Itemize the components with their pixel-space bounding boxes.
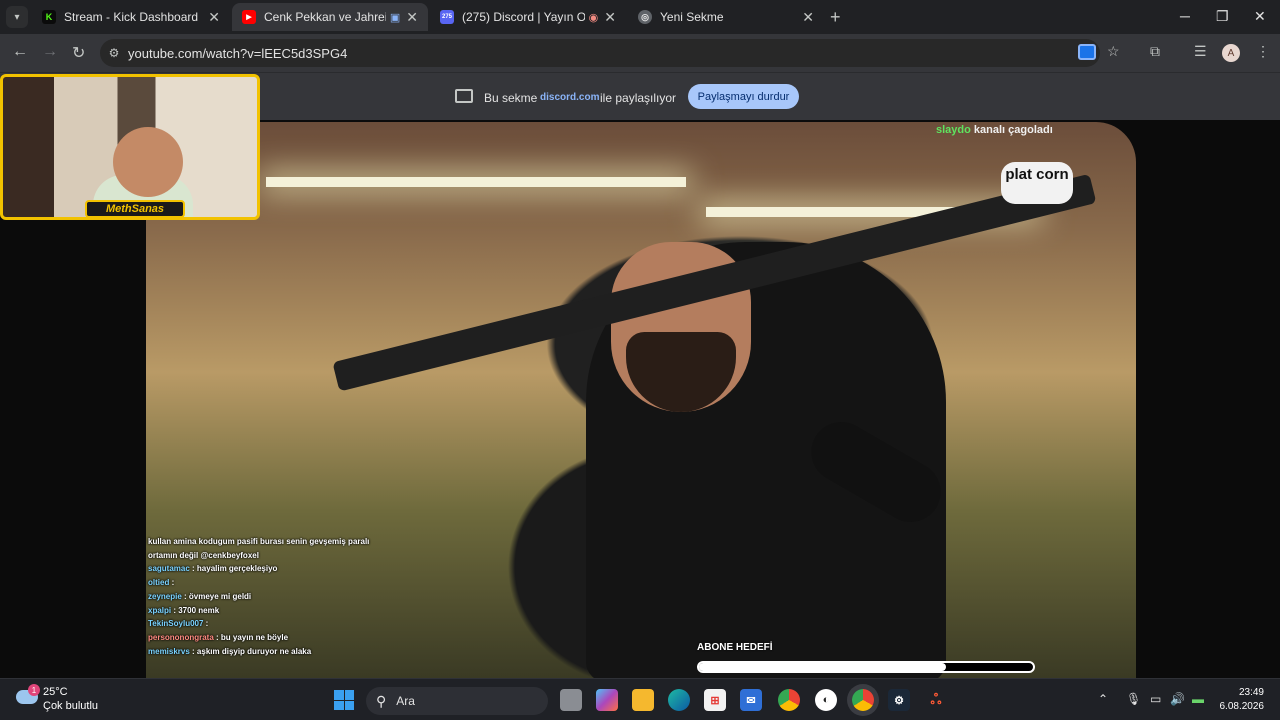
taskbar-clock[interactable]: 23:49 6.08.2026 [1218,686,1265,714]
subscriber-goal-fill [699,663,947,671]
back-icon[interactable]: ← [12,43,28,61]
url-text[interactable]: youtube.com/watch?v=lEEC5d3SPG4 [128,46,347,61]
tab-new-tab[interactable]: ◎ Yeni Sekme ✕ [628,3,824,31]
new-tab-icon[interactable]: + [830,7,841,28]
youtube-icon: ▶ [242,10,256,24]
taskbar-search[interactable]: ⚲ Ara [366,687,548,715]
recording-icon: ◉ [588,11,599,24]
forward-icon[interactable]: → [42,43,58,61]
screen-share-icon [455,89,473,103]
webcam-name-plate: MethSanas [85,200,185,218]
chat-overlay: kullan amina kodugum pasifi burası senin… [148,535,388,658]
video-watermark: slaydo kanalı çagoladı [936,124,1053,136]
chat-message: ortamın değil @cenkbeyfoxel [148,550,259,560]
lit-shelf [266,177,686,187]
share-prefix: Bu sekme [484,91,538,105]
clock-date: 6.08.2026 [1219,701,1265,712]
chrome-taskbar-icon[interactable] [778,689,800,711]
app-icon[interactable]: ஃ [925,689,947,711]
subscriber-goal-label: ABONE HEDEFİ [697,642,773,653]
chat-message: sagutamac : hayalim gerçekleşiyo [148,564,278,574]
webcam-person-face [113,127,183,197]
tab-title: Stream - Kick Dashboard [64,10,199,24]
clock-time: 23:49 [1238,687,1264,698]
chat-message: persononongrata : bu yayın ne böyle [148,632,289,642]
chat-message: kullan amina kodugum pasifi burası senin… [148,537,370,546]
subscriber-goal-bar [697,661,1035,673]
tab-youtube[interactable]: ▶ Cenk Pekkan ve Jahrein, car ▣ ✕ [232,3,428,31]
edge-icon[interactable] [668,689,690,711]
webcam-overlay [0,74,260,220]
close-tab-icon[interactable]: ✕ [208,9,220,26]
discord-icon: 275 [440,10,454,24]
close-tab-icon[interactable]: ✕ [802,9,814,26]
bookmark-star-icon[interactable]: ☆ [1107,43,1120,60]
site-info-icon[interactable]: ⚙ [100,46,128,60]
chat-message: zeynepie : övmeye mi geldi [148,591,252,601]
tab-title: Cenk Pekkan ve Jahrein, car [264,10,386,24]
store-icon[interactable]: ⊞ [704,689,726,711]
copilot-icon[interactable] [596,689,618,711]
menu-icon[interactable]: ⋮ [1256,43,1270,60]
search-placeholder: Ara [396,694,415,708]
platcorn-logo: plat corn [1001,162,1073,204]
chat-message: xpalpi : 3700 nemk [148,605,220,615]
weather-badge: 1 [28,684,40,696]
obs-icon[interactable]: ◐ [815,689,837,711]
search-icon: ⚲ [376,692,387,709]
network-icon[interactable]: ▭ [1150,692,1161,706]
close-tab-icon[interactable]: ✕ [604,9,616,26]
share-suffix: ile paylaşılıyor [600,91,677,105]
chat-message: memiskrvs : aşkım dişyip duruyor ne alak… [148,646,312,656]
chrome-icon: ◎ [638,10,652,24]
start-button[interactable] [334,690,354,710]
stop-sharing-button[interactable]: Paylaşmayı durdur [688,84,799,109]
microphone-icon[interactable]: 🎙 [1126,692,1141,706]
battery-icon[interactable]: ▬ [1192,692,1204,706]
tab-kick-dashboard[interactable]: K Stream - Kick Dashboard ✕ [32,3,230,31]
mail-icon[interactable]: ✉ [740,689,762,711]
install-app-icon[interactable] [1078,44,1096,60]
share-domain: discord.com [540,92,600,103]
show-hidden-icons[interactable]: ⌃ [1098,692,1108,706]
chat-message: TekinSoylu007 : [148,619,209,629]
file-explorer-icon[interactable] [632,689,654,711]
minimize-icon[interactable]: ─ [1180,8,1190,24]
browser-tab-bar: ▾ K Stream - Kick Dashboard ✕ ▶ Cenk Pek… [0,0,1280,34]
chrome-active-icon[interactable] [852,689,874,711]
close-tab-icon[interactable]: ✕ [406,9,418,26]
address-bar[interactable]: ⚙ youtube.com/watch?v=lEEC5d3SPG4 [100,39,1100,67]
sharing-icon: ▣ [389,11,401,24]
tab-search-chevron-icon[interactable]: ▾ [6,6,28,28]
restore-icon[interactable]: ❐ [1216,8,1229,25]
close-window-icon[interactable]: ✕ [1254,8,1266,25]
tab-discord[interactable]: 275 (275) Discord | Yayın Odası ◉ ✕ [430,3,626,31]
extensions-icon[interactable]: ⧉ [1150,43,1160,60]
profile-avatar[interactable]: A [1222,44,1240,62]
media-controls-icon[interactable]: ☰ [1194,43,1207,60]
kick-icon: K [42,10,56,24]
weather-temperature[interactable]: 25°C [43,686,68,698]
task-view-icon[interactable] [560,689,582,711]
chat-message: oltied : [148,578,175,588]
weather-condition[interactable]: Çok bulutlu [43,700,98,712]
volume-icon[interactable]: 🔊 [1170,692,1185,706]
tab-title: (275) Discord | Yayın Odası [462,10,585,24]
steam-icon[interactable]: ⚙ [888,689,910,711]
reload-icon[interactable]: ↻ [72,43,85,63]
tab-title: Yeni Sekme [660,10,724,24]
